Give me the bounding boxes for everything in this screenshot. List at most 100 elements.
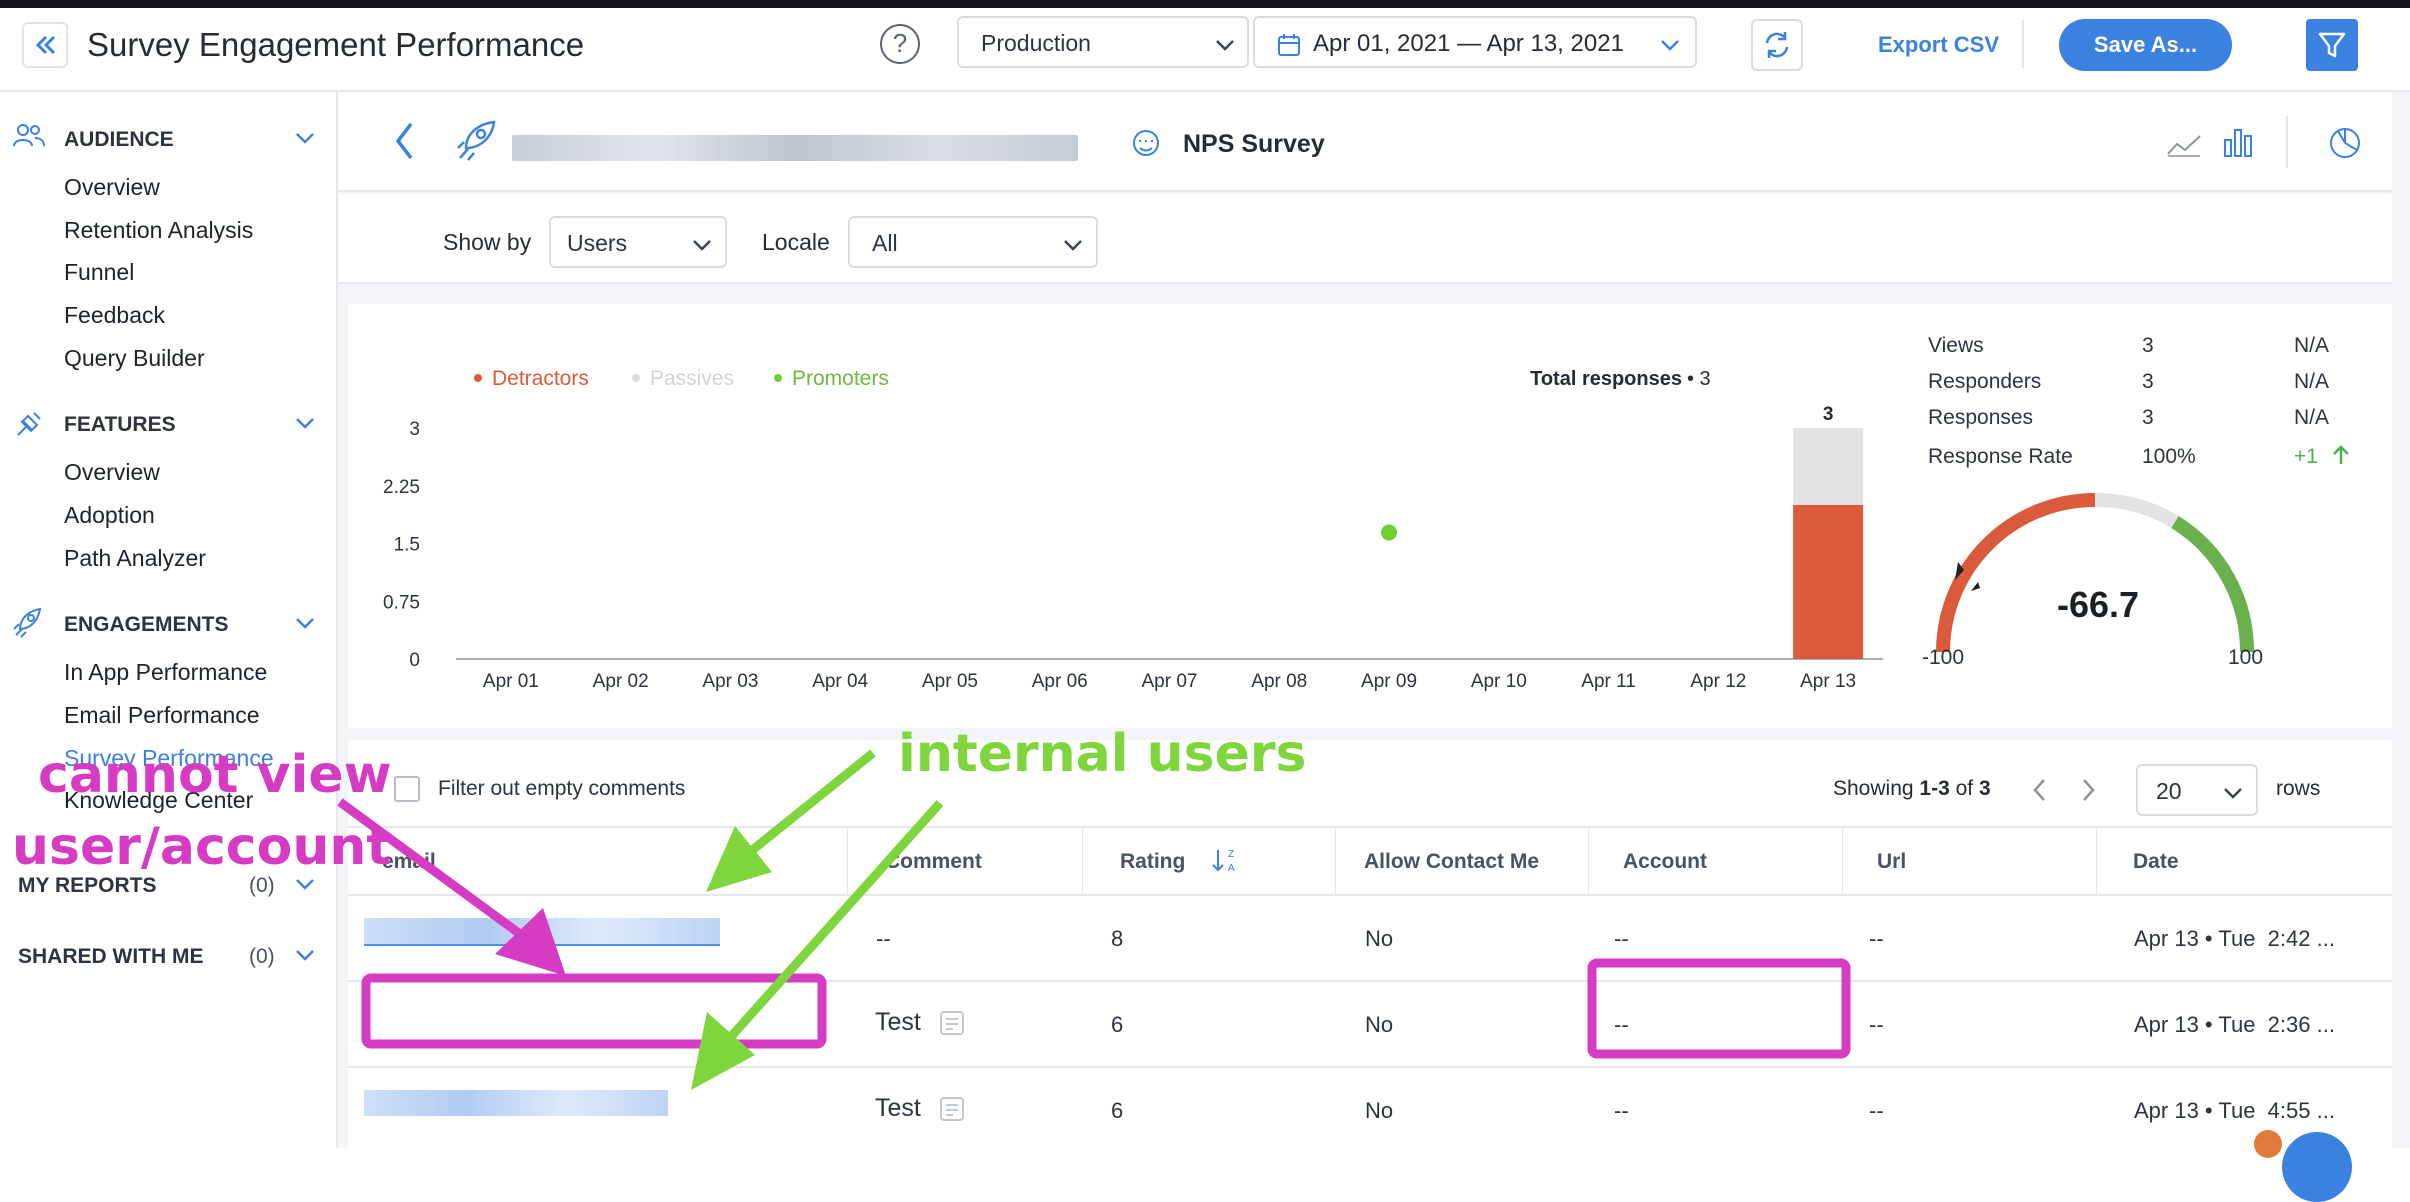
stat-extra: N/A <box>2294 370 2330 393</box>
cell-comment: -- <box>876 926 891 951</box>
redacted-email[interactable] <box>364 1090 668 1116</box>
table-row[interactable]: Test 6 No -- -- Apr 13 • Tue 2:36 ... <box>348 982 2392 1068</box>
window-top-strip <box>0 0 2410 8</box>
y-tick-label: 0 <box>409 650 420 671</box>
chevron-down-icon[interactable] <box>294 413 316 433</box>
export-csv-button[interactable]: Export CSV <box>1878 32 1999 58</box>
col-account[interactable]: Account <box>1623 850 1707 874</box>
sidebar: AUDIENCE Overview Retention Analysis Fun… <box>0 92 338 1148</box>
redacted-engagement-name <box>512 135 1078 161</box>
nav-query-builder[interactable]: Query Builder <box>64 345 205 372</box>
section-title-my-reports[interactable]: MY REPORTS <box>18 874 156 898</box>
rocket-icon <box>457 120 496 161</box>
cell-rating: 8 <box>1111 926 1124 951</box>
col-date[interactable]: Date <box>2133 850 2179 874</box>
col-rating[interactable]: Rating <box>1120 850 1185 874</box>
section-title-shared[interactable]: SHARED WITH ME <box>18 945 204 969</box>
environment-value: Production <box>981 30 1091 56</box>
filter-button[interactable] <box>2306 19 2358 71</box>
x-tick-label: Apr 12 <box>1690 671 1746 692</box>
filter-empty-checkbox[interactable] <box>394 776 420 802</box>
page-title: Survey Engagement Performance <box>87 26 585 63</box>
chevron-down-icon[interactable] <box>294 613 316 633</box>
chevron-down-icon[interactable] <box>294 874 316 894</box>
cell-date: Apr 13 • Tue 2:42 ... <box>2134 926 2335 951</box>
stat-extra: N/A <box>2294 406 2330 429</box>
nav-survey-performance[interactable]: Survey Performance <box>64 745 274 772</box>
cell-allow: No <box>1365 1012 1394 1037</box>
promoter-point[interactable] <box>1381 524 1398 541</box>
x-tick-label: Apr 08 <box>1251 671 1307 692</box>
showing-total: 3 <box>1978 777 1991 800</box>
table-row[interactable]: Test 6 No -- -- Apr 13 • Tue 4:55 ... <box>348 1068 2392 1148</box>
subheader-divider <box>2286 116 2288 168</box>
showing-range: 1-3 <box>1919 777 1950 800</box>
col-email[interactable]: email <box>382 850 436 874</box>
stat-label: Response Rate <box>1928 445 2073 468</box>
gauge-promoters-arc <box>2171 516 2255 653</box>
refresh-button[interactable] <box>1751 19 1803 71</box>
chevron-down-icon[interactable] <box>294 128 316 148</box>
nav-feedback[interactable]: Feedback <box>64 302 165 329</box>
cell-comment: Test <box>875 1094 921 1122</box>
locale-select[interactable]: All <box>848 216 1098 268</box>
col-url[interactable]: Url <box>1877 850 1906 874</box>
stat-extra: N/A <box>2294 334 2330 357</box>
x-tick-label: Apr 07 <box>1142 671 1198 692</box>
nps-score: -66.7 <box>2056 584 2140 625</box>
help-icon[interactable]: ? <box>880 24 920 64</box>
nav-knowledge-center[interactable]: Knowledge Center <box>64 787 253 814</box>
show-by-select[interactable]: Users <box>549 216 727 268</box>
nav-features-overview[interactable]: Overview <box>64 459 160 486</box>
next-page-icon[interactable] <box>2078 776 2098 804</box>
legend-promoters: Promoters <box>792 367 889 390</box>
x-tick-label: Apr 06 <box>1032 671 1088 692</box>
bar-chart-icon[interactable] <box>2222 126 2254 158</box>
pie-chart-icon[interactable] <box>2328 126 2362 160</box>
back-chevron-icon[interactable] <box>392 118 416 164</box>
section-title-features[interactable]: FEATURES <box>64 413 176 437</box>
page-size-select[interactable]: 20 <box>2136 764 2258 816</box>
survey-icon <box>1133 130 1159 156</box>
section-title-audience[interactable]: AUDIENCE <box>64 128 174 152</box>
nav-audience-overview[interactable]: Overview <box>64 174 160 201</box>
bar-passives[interactable] <box>1793 428 1864 505</box>
comment-detail-icon[interactable] <box>937 1008 967 1038</box>
date-range-picker[interactable]: Apr 01, 2021 — Apr 13, 2021 <box>1253 16 1697 68</box>
pagination-summary: Showing 1-3 of 3 <box>1833 777 1991 801</box>
show-by-value: Users <box>567 230 628 256</box>
nav-adoption[interactable]: Adoption <box>64 502 155 529</box>
redacted-email[interactable] <box>364 918 720 946</box>
cell-allow: No <box>1365 1098 1394 1123</box>
sort-desc-icon[interactable]: ZA <box>1211 846 1241 876</box>
bar-detractors[interactable] <box>1793 505 1864 659</box>
environment-select[interactable]: Production <box>957 16 1249 68</box>
cell-account: -- <box>1614 926 1629 951</box>
stat-value: 3 <box>2142 334 2154 357</box>
save-as-button[interactable]: Save As... <box>2059 19 2232 71</box>
legend-dot-passives <box>632 374 640 382</box>
table-row[interactable]: -- 8 No -- -- Apr 13 • Tue 2:42 ... <box>348 896 2392 982</box>
prev-page-icon[interactable] <box>2030 776 2050 804</box>
nav-funnel[interactable]: Funnel <box>64 259 134 286</box>
nav-in-app-performance[interactable]: In App Performance <box>64 659 267 686</box>
cell-allow: No <box>1365 926 1394 951</box>
section-title-engagements[interactable]: ENGAGEMENTS <box>64 613 229 637</box>
col-allow-contact[interactable]: Allow Contact Me <box>1364 850 1539 874</box>
comment-detail-icon[interactable] <box>937 1094 967 1124</box>
locale-label: Locale <box>762 229 830 255</box>
gauge-max: 100 <box>2228 646 2264 669</box>
line-chart-icon[interactable] <box>2166 130 2202 158</box>
bar-total-label: 3 <box>1823 404 1834 425</box>
nav-email-performance[interactable]: Email Performance <box>64 702 260 729</box>
nav-path-analyzer[interactable]: Path Analyzer <box>64 545 206 572</box>
y-tick-label: 2.25 <box>383 477 420 498</box>
col-comment[interactable]: Comment <box>885 850 982 874</box>
collapse-sidebar-button[interactable] <box>22 22 68 68</box>
cell-rating: 6 <box>1111 1098 1124 1123</box>
chevron-down-icon[interactable] <box>294 945 316 965</box>
nav-retention-analysis[interactable]: Retention Analysis <box>64 217 253 244</box>
notification-badge[interactable] <box>2254 1130 2282 1158</box>
chat-launcher-button[interactable] <box>2282 1132 2352 1202</box>
nps-gauge <box>1936 492 2255 653</box>
